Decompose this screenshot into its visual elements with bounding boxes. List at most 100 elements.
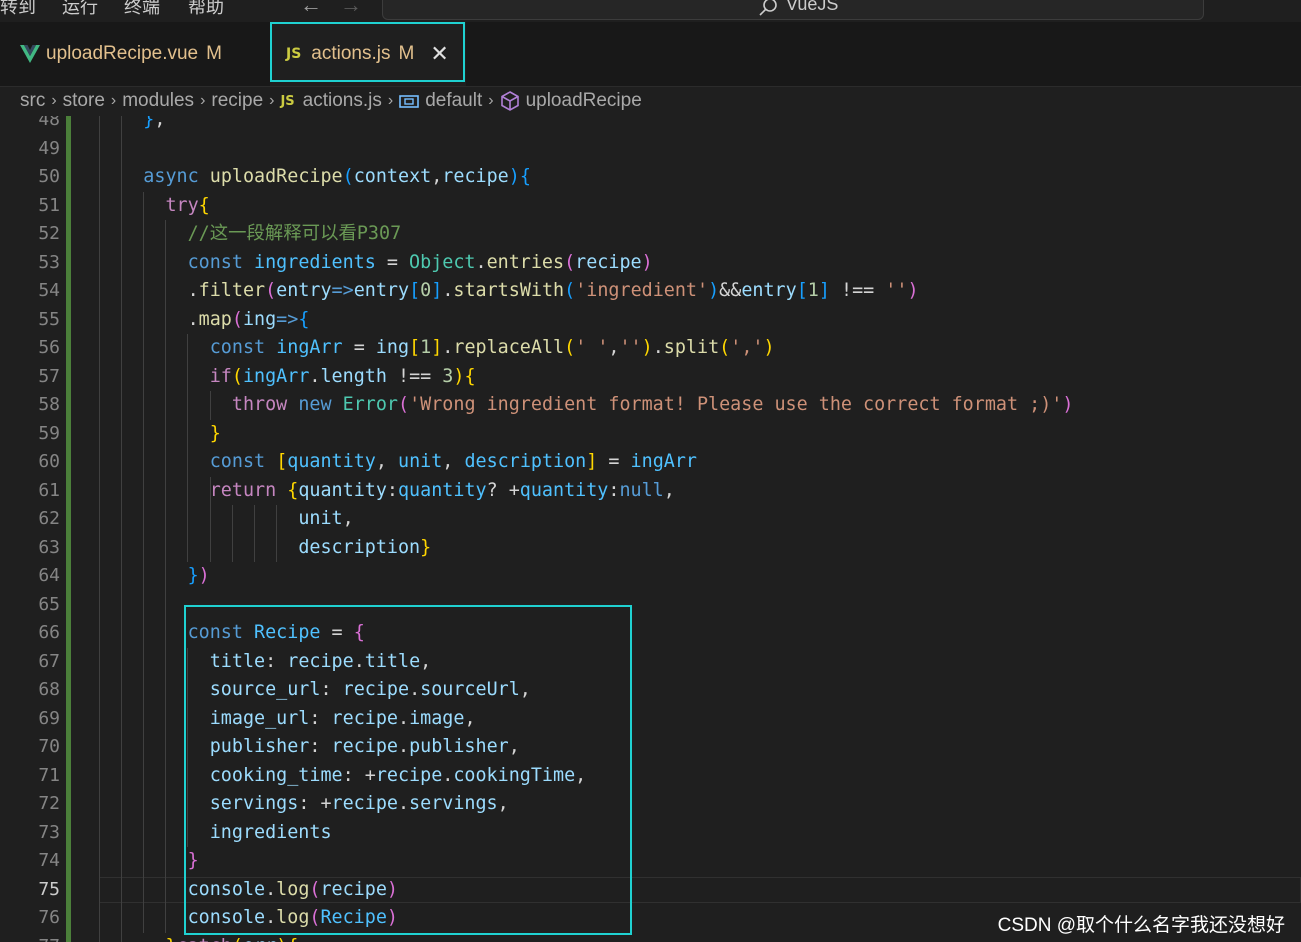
line-number: 57 — [38, 365, 60, 387]
code-line[interactable]: 52 //这一段解释可以看P307 — [0, 220, 1301, 249]
code-line[interactable]: 73 ingredients — [0, 819, 1301, 848]
code-line[interactable]: 56 const ingArr = ing[1].replaceAll(' ',… — [0, 334, 1301, 363]
indent-guide — [231, 505, 233, 562]
code-line[interactable]: 72 servings: +recipe.servings, — [0, 790, 1301, 819]
line-number: 74 — [38, 850, 60, 871]
title-bar: 转到 运行 终端 帮助 ← → VueJS — [0, 0, 1301, 22]
code-line[interactable]: 60 const [quantity, unit, description] =… — [0, 448, 1301, 477]
code-text: .map(ing=>{ — [99, 308, 310, 330]
forward-arrow-icon[interactable]: → — [340, 0, 362, 18]
line-number: 49 — [38, 137, 60, 159]
code-editor[interactable]: 48 }, 49 50 async uploadRecipe(context,rec… — [0, 116, 1301, 942]
code-line[interactable]: 64 }) — [0, 562, 1301, 591]
line-number: 60 — [38, 451, 60, 472]
line-number: 75 — [38, 878, 60, 900]
code-line[interactable]: 74 } — [0, 847, 1301, 876]
chevron-right-icon: › — [51, 92, 57, 109]
indent-guide — [121, 116, 123, 942]
indent-guide — [209, 391, 211, 420]
close-icon[interactable]: ✕ — [430, 43, 448, 65]
code-line[interactable]: 61 return {quantity:quantity? +quantity:… — [0, 477, 1301, 506]
indent-guide — [275, 505, 277, 562]
code-line[interactable]: 67 title: recipe.title, — [0, 648, 1301, 677]
code-text: try{ — [165, 194, 210, 216]
line-number: 62 — [38, 508, 60, 529]
vue-icon — [20, 45, 40, 63]
code-text: image_url: recipe.image, — [209, 707, 476, 729]
tab-actions-js[interactable]: JS actions.js M ✕ — [270, 22, 466, 86]
code-line[interactable]: 48 }, — [0, 116, 1301, 135]
line-number: 58 — [38, 394, 60, 415]
code-text: .filter(entry=>entry[0].startsWith('ingr… — [99, 280, 919, 301]
breadcrumb: src › store › modules › recipe › JS acti… — [20, 87, 642, 115]
command-center-text: VueJS — [786, 0, 839, 14]
js-file-icon: JS — [280, 93, 295, 109]
code-line[interactable]: 58 throw new Error('Wrong ingredient for… — [0, 391, 1301, 420]
code-line[interactable]: 59 } — [0, 420, 1301, 449]
code-line[interactable]: 71 cooking_time: +recipe.cookingTime, — [0, 762, 1301, 791]
code-line[interactable]: 75 console.log(recipe) — [0, 876, 1301, 905]
code-text: unit, — [298, 508, 354, 529]
indent-guide — [187, 647, 189, 847]
chevron-right-icon: › — [110, 92, 117, 109]
line-number: 73 — [38, 821, 60, 843]
line-number: 77 — [0, 933, 60, 942]
indent-guide — [187, 334, 189, 562]
code-line[interactable]: 65 — [0, 591, 1301, 620]
code-text: source_url: recipe.sourceUrl, — [209, 679, 531, 700]
back-arrow-icon[interactable]: ← — [300, 0, 322, 18]
code-line[interactable]: 69 image_url: recipe.image, — [0, 705, 1301, 734]
breadcrumb-symbol[interactable]: default — [425, 90, 482, 112]
breadcrumb-item[interactable]: modules — [122, 90, 194, 112]
line-number: 63 — [38, 536, 60, 558]
breadcrumb-item[interactable]: src — [20, 90, 45, 112]
code-line[interactable]: 54 .filter(entry=>entry[0].startsWith('i… — [0, 277, 1301, 306]
code-line[interactable]: 51 try{ — [0, 192, 1301, 221]
menu-run[interactable]: 运行 — [62, 0, 98, 19]
line-number: 68 — [38, 679, 60, 700]
menu-help[interactable]: 帮助 — [188, 0, 224, 19]
search-icon — [759, 0, 777, 16]
modified-badge: M — [206, 43, 222, 64]
modified-badge: M — [398, 43, 415, 64]
breadcrumb-item[interactable]: store — [63, 90, 105, 112]
indent-guide — [253, 505, 255, 562]
code-text: }, — [143, 116, 166, 130]
code-text: const Recipe = { — [187, 622, 365, 643]
code-text: return {quantity:quantity? +quantity:nul… — [209, 479, 675, 501]
line-number: 51 — [38, 194, 60, 216]
code-line[interactable]: 49 — [0, 135, 1301, 164]
line-number: 65 — [38, 593, 60, 615]
watermark: CSDN @取个什么名字我还没想好 — [997, 915, 1285, 936]
code-line[interactable]: 50 async uploadRecipe(context,recipe){ — [0, 163, 1301, 192]
code-line[interactable]: 63 description} — [0, 534, 1301, 563]
tab-label: uploadRecipe.vue — [46, 43, 199, 64]
line-number: 59 — [38, 422, 60, 444]
code-text: servings: +recipe.servings, — [209, 793, 509, 814]
line-number: 52 — [38, 223, 60, 244]
code-line[interactable]: 70 publisher: recipe.publisher, — [0, 733, 1301, 762]
line-number: 69 — [38, 707, 60, 729]
code-line[interactable]: 55 .map(ing=>{ — [0, 306, 1301, 335]
code-text: const [quantity, unit, description] = in… — [209, 451, 697, 472]
menu-goto[interactable]: 转到 — [0, 0, 36, 19]
breadcrumb-file[interactable]: actions.js — [303, 90, 382, 112]
chevron-right-icon: › — [387, 92, 394, 109]
line-number: 48 — [38, 116, 60, 130]
code-line[interactable]: 62 unit, — [0, 505, 1301, 534]
tab-uploadrecipe-vue[interactable]: uploadRecipe.vue M — [0, 22, 266, 86]
code-line[interactable]: 66 const Recipe = { — [0, 619, 1301, 648]
code-text: throw new Error('Wrong ingredient format… — [231, 394, 1074, 415]
breadcrumb-item[interactable]: recipe — [211, 90, 263, 112]
line-number: 71 — [38, 764, 60, 786]
line-number: 67 — [38, 650, 60, 672]
breadcrumb-symbol[interactable]: uploadRecipe — [526, 90, 642, 112]
code-line[interactable]: 68 source_url: recipe.sourceUrl, — [0, 676, 1301, 705]
code-line[interactable]: 57 if(ingArr.length !== 3){ — [0, 363, 1301, 392]
line-number: 56 — [38, 337, 60, 358]
code-text: //这一段解释可以看P307 — [187, 223, 402, 244]
line-number: 72 — [38, 793, 60, 814]
code-text: publisher: recipe.publisher, — [209, 736, 520, 757]
menu-terminal[interactable]: 终端 — [124, 0, 160, 19]
code-line[interactable]: 53 const ingredients = Object.entries(re… — [0, 249, 1301, 278]
